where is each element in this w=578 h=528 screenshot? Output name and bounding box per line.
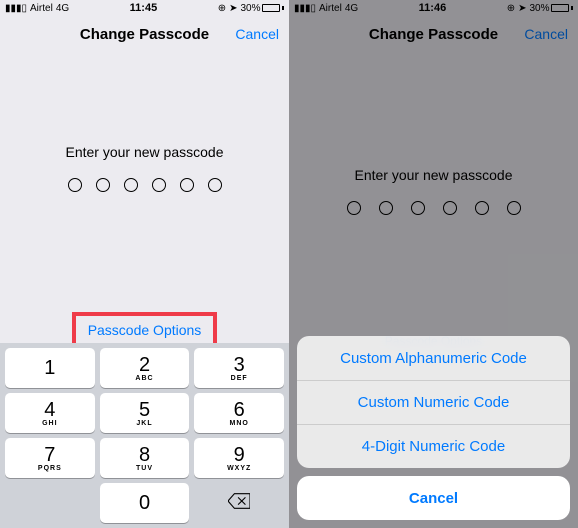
action-sheet: Custom Alphanumeric Code Custom Numeric … [297, 336, 570, 520]
key-letters: PQRS [38, 465, 62, 472]
key-letters: JKL [136, 420, 152, 427]
key-num: 6 [234, 400, 245, 420]
key-num: 3 [234, 355, 245, 375]
passcode-dot [208, 178, 222, 192]
key-num: 7 [44, 445, 55, 465]
key-letters: MNO [230, 420, 249, 427]
location-icon: ➤ [229, 3, 237, 14]
keypad-key-5[interactable]: 5JKL [100, 393, 190, 433]
key-num: 2 [139, 355, 150, 375]
action-sheet-options: Custom Alphanumeric Code Custom Numeric … [297, 336, 570, 468]
passcode-dots [0, 178, 289, 192]
key-num: 9 [234, 445, 245, 465]
keypad-backspace[interactable] [194, 483, 284, 523]
keypad-key-3[interactable]: 3DEF [194, 348, 284, 388]
keypad-key-4[interactable]: 4GHI [5, 393, 95, 433]
key-num: 8 [139, 445, 150, 465]
cancel-button[interactable]: Cancel [235, 26, 279, 42]
keypad-key-0[interactable]: 0 [100, 483, 190, 523]
page-title: Change Passcode [80, 26, 209, 43]
key-num: 0 [139, 493, 150, 513]
keypad-key-7[interactable]: 7PQRS [5, 438, 95, 478]
passcode-dot [180, 178, 194, 192]
key-num: 4 [44, 400, 55, 420]
key-letters: ABC [135, 375, 153, 382]
status-bar: ▮▮▮▯ Airtel 4G 11:45 ⊕ ➤ 30% [0, 0, 289, 16]
passcode-prompt: Enter your new passcode [0, 144, 289, 160]
carrier-label: Airtel [30, 3, 53, 14]
passcode-dot [124, 178, 138, 192]
keypad-key-2[interactable]: 2ABC [100, 348, 190, 388]
key-letters: DEF [231, 375, 248, 382]
key-letters: TUV [136, 465, 153, 472]
screen-passcode-entry: ▮▮▮▯ Airtel 4G 11:45 ⊕ ➤ 30% Change Pass… [0, 0, 289, 528]
battery-pct: 30% [240, 3, 260, 14]
passcode-dot [96, 178, 110, 192]
keypad-key-8[interactable]: 8TUV [100, 438, 190, 478]
key-num: 5 [139, 400, 150, 420]
option-4digit-numeric[interactable]: 4-Digit Numeric Code [297, 424, 570, 468]
keypad-key-6[interactable]: 6MNO [194, 393, 284, 433]
status-clock: 11:45 [130, 2, 158, 14]
keypad-key-9[interactable]: 9WXYZ [194, 438, 284, 478]
nav-bar: Change Passcode Cancel [0, 16, 289, 52]
option-custom-alphanumeric[interactable]: Custom Alphanumeric Code [297, 336, 570, 380]
screen-passcode-options-sheet: ▮▮▮▯ Airtel 4G 11:46 ⊕ ➤ 30% Change Pass… [289, 0, 578, 528]
passcode-dot [152, 178, 166, 192]
action-sheet-cancel[interactable]: Cancel [297, 476, 570, 520]
signal-icon: ▮▮▮▯ [5, 3, 27, 14]
numeric-keypad: 1 2ABC 3DEF 4GHI 5JKL 6MNO 7PQRS 8TUV 9W… [0, 343, 289, 528]
alarm-icon: ⊕ [218, 3, 226, 14]
key-letters: GHI [42, 420, 57, 427]
backspace-icon [228, 493, 250, 514]
option-custom-numeric[interactable]: Custom Numeric Code [297, 380, 570, 424]
key-num: 1 [44, 358, 55, 378]
battery-indicator: 30% [240, 3, 284, 14]
keypad-blank [5, 483, 95, 523]
key-letters: WXYZ [227, 465, 251, 472]
keypad-key-1[interactable]: 1 [5, 348, 95, 388]
network-label: 4G [56, 3, 69, 14]
passcode-dot [68, 178, 82, 192]
